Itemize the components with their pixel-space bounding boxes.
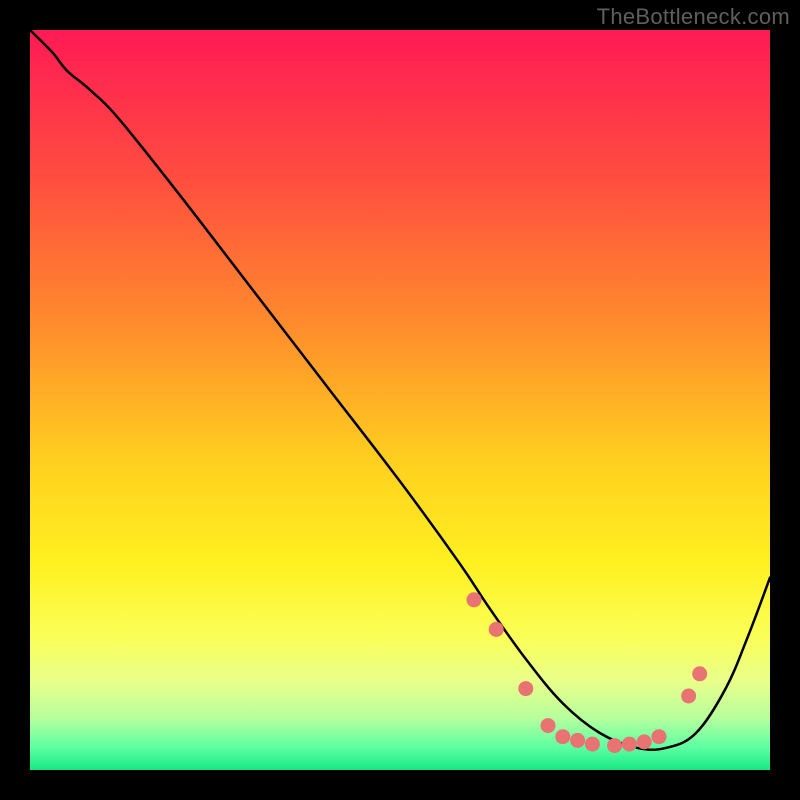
data-point <box>541 719 555 733</box>
watermark-text: TheBottleneck.com <box>597 4 790 30</box>
chart-frame: { "watermark": "TheBottleneck.com", "col… <box>0 0 800 800</box>
data-point <box>622 737 636 751</box>
data-point <box>682 689 696 703</box>
data-point <box>467 593 481 607</box>
data-point <box>489 622 503 636</box>
data-point <box>652 730 666 744</box>
data-point <box>693 667 707 681</box>
data-point <box>585 737 599 751</box>
data-point <box>571 733 585 747</box>
data-point <box>608 739 622 753</box>
data-point <box>556 730 570 744</box>
plot-area <box>30 30 770 770</box>
chart-svg <box>30 30 770 770</box>
data-point <box>519 682 533 696</box>
data-point <box>637 735 651 749</box>
gradient-background <box>30 30 770 770</box>
